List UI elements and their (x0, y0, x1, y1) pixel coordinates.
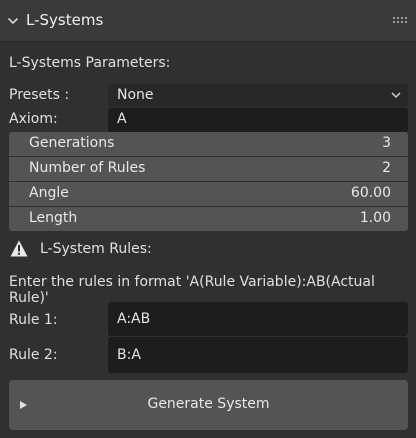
generate-system-label: Generate System (147, 396, 270, 412)
parameters-heading: L-Systems Parameters: (9, 55, 171, 71)
generations-label: Generations (29, 135, 115, 151)
presets-dropdown[interactable]: None (108, 84, 408, 107)
chevron-down-icon[interactable] (7, 15, 19, 27)
rule-2-label: Rule 2: (9, 347, 58, 363)
length-value: 1.00 (359, 210, 391, 226)
warning-icon (10, 240, 28, 257)
angle-field[interactable]: Angle 60.00 (9, 182, 408, 206)
rule-1-field[interactable]: A:AB (108, 302, 408, 336)
generations-field[interactable]: Generations 3 (9, 132, 408, 156)
axiom-label: Axiom: (9, 111, 58, 127)
rule-1-value: A:AB (117, 311, 151, 327)
parameter-fields: Generations 3 Number of Rules 2 Angle 60… (9, 132, 408, 232)
number-of-rules-label: Number of Rules (29, 160, 146, 176)
axiom-value: A (117, 111, 127, 127)
presets-value: None (117, 87, 154, 103)
rule-2-field[interactable]: B:A (108, 337, 408, 373)
number-of-rules-field[interactable]: Number of Rules 2 (9, 157, 408, 181)
length-label: Length (29, 210, 78, 226)
rules-heading: L-System Rules: (40, 241, 152, 257)
rule-2-value: B:A (117, 347, 141, 363)
axiom-field[interactable]: A (108, 108, 408, 132)
generations-value: 3 (382, 135, 391, 151)
dropdown-arrow-icon (391, 92, 401, 99)
presets-label: Presets : (9, 87, 70, 103)
panel-header[interactable]: L-Systems (0, 0, 416, 42)
drag-grip-icon[interactable] (393, 16, 407, 24)
generate-system-button[interactable]: Generate System (9, 380, 408, 430)
angle-label: Angle (29, 185, 69, 201)
l-systems-panel: L-Systems L-Systems Parameters: Presets … (0, 0, 416, 438)
rule-1-label: Rule 1: (9, 312, 58, 328)
angle-value: 60.00 (350, 185, 391, 201)
length-field[interactable]: Length 1.00 (9, 207, 408, 231)
number-of-rules-value: 2 (382, 160, 391, 176)
panel-title: L-Systems (26, 11, 104, 29)
